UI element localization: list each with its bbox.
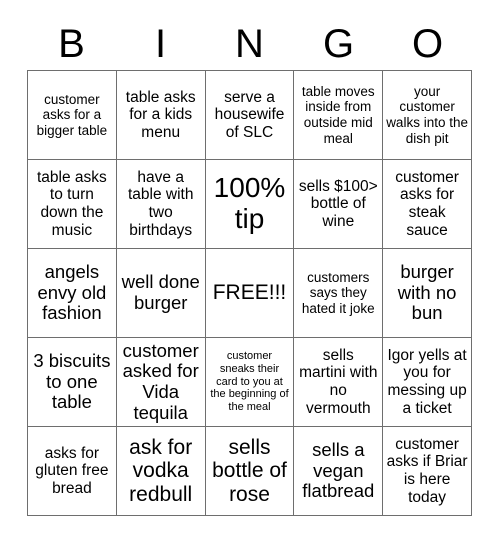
bingo-cell[interactable]: have a table with two birthdays [116, 160, 206, 249]
bingo-cell-label: customers says they hated it joke [301, 269, 375, 316]
bingo-cell[interactable]: 100% tip [205, 160, 295, 249]
bingo-cell[interactable]: serve a housewife of SLC [205, 71, 295, 160]
bingo-cell[interactable]: table asks for a kids menu [116, 71, 206, 160]
bingo-cell-label: your customer walks into the dish pit [386, 83, 468, 146]
bingo-card: B I N G O customer asks for a bigger tab… [0, 0, 500, 544]
bingo-cell[interactable]: Igor yells at you for messing up a ticke… [383, 338, 472, 427]
bingo-cell-label: sells a vegan flatbread [302, 438, 375, 502]
bingo-cell[interactable]: sells martini with no vermouth [294, 338, 384, 427]
bingo-cell-label: Igor yells at you for messing up a ticke… [387, 346, 467, 417]
bingo-cell[interactable]: customer asks for steak sauce [383, 160, 472, 249]
bingo-cell[interactable]: table moves inside from outside mid meal [294, 71, 384, 160]
bingo-cell[interactable]: customer asks for a bigger table [28, 71, 117, 160]
bingo-cell[interactable]: asks for gluten free bread [28, 427, 117, 516]
bingo-cell[interactable]: angels envy old fashion [28, 249, 117, 338]
bingo-cell-label: sells $100> bottle of wine [298, 177, 378, 230]
bingo-header-letter-g: G [322, 22, 355, 66]
bingo-cell[interactable]: ask for vodka redbull [116, 427, 206, 516]
bingo-grid: customer asks for a bigger table table a… [27, 70, 472, 516]
bingo-header-letter-i: I [154, 22, 167, 66]
bingo-header-letter-b: B [58, 22, 85, 66]
bingo-cell-label: sells martini with no vermouth [299, 346, 378, 417]
bingo-cell-label: angels envy old fashion [37, 260, 107, 324]
bingo-cell-label: asks for gluten free bread [35, 444, 109, 497]
bingo-cell-label: sells bottle of rose [212, 435, 287, 506]
bingo-cell-label: burger with no bun [397, 260, 457, 324]
bingo-cell[interactable]: your customer walks into the dish pit [383, 71, 472, 160]
bingo-cell[interactable]: sells a vegan flatbread [294, 427, 384, 516]
bingo-header-letter-o: O [411, 22, 444, 66]
bingo-cell-label: serve a housewife of SLC [214, 88, 285, 141]
bingo-cell-label: have a table with two birthdays [127, 168, 194, 239]
bingo-cell-label: 100% tip [213, 172, 286, 234]
bingo-cell[interactable]: sells bottle of rose [205, 427, 295, 516]
bingo-header-row: B I N G O [27, 18, 472, 70]
bingo-cell-label: FREE!!! [212, 281, 287, 305]
bingo-cell-label: 3 biscuits to one table [33, 349, 111, 413]
bingo-cell-label: customer asks if Briar is here today [386, 435, 468, 506]
bingo-cell-label: table asks for a kids menu [125, 88, 196, 141]
bingo-cell-label: ask for vodka redbull [129, 435, 193, 506]
bingo-cell[interactable]: table asks to turn down the music [28, 160, 117, 249]
bingo-cell-label: well done burger [121, 271, 200, 313]
bingo-cell-label: customer asked for Vida tequila [122, 339, 199, 423]
bingo-cell-free[interactable]: FREE!!! [205, 249, 295, 338]
bingo-cell[interactable]: sells $100> bottle of wine [294, 160, 384, 249]
bingo-cell-label: table asks to turn down the music [37, 168, 107, 239]
bingo-header-letter-n: N [235, 22, 264, 66]
bingo-cell-label: customer asks for steak sauce [395, 168, 459, 239]
bingo-cell[interactable]: customer sneaks their card to you at the… [205, 338, 295, 427]
bingo-cell[interactable]: 3 biscuits to one table [28, 338, 117, 427]
bingo-cell[interactable]: well done burger [116, 249, 206, 338]
bingo-cell[interactable]: customer asks if Briar is here today [383, 427, 472, 516]
bingo-cell[interactable]: burger with no bun [383, 249, 472, 338]
bingo-cell-label: table moves inside from outside mid meal [301, 83, 375, 146]
bingo-cell[interactable]: customer asked for Vida tequila [116, 338, 206, 427]
bingo-cell-label: customer sneaks their card to you at the… [210, 349, 289, 414]
bingo-cell-label: customer asks for a bigger table [36, 91, 108, 138]
bingo-cell[interactable]: customers says they hated it joke [294, 249, 384, 338]
